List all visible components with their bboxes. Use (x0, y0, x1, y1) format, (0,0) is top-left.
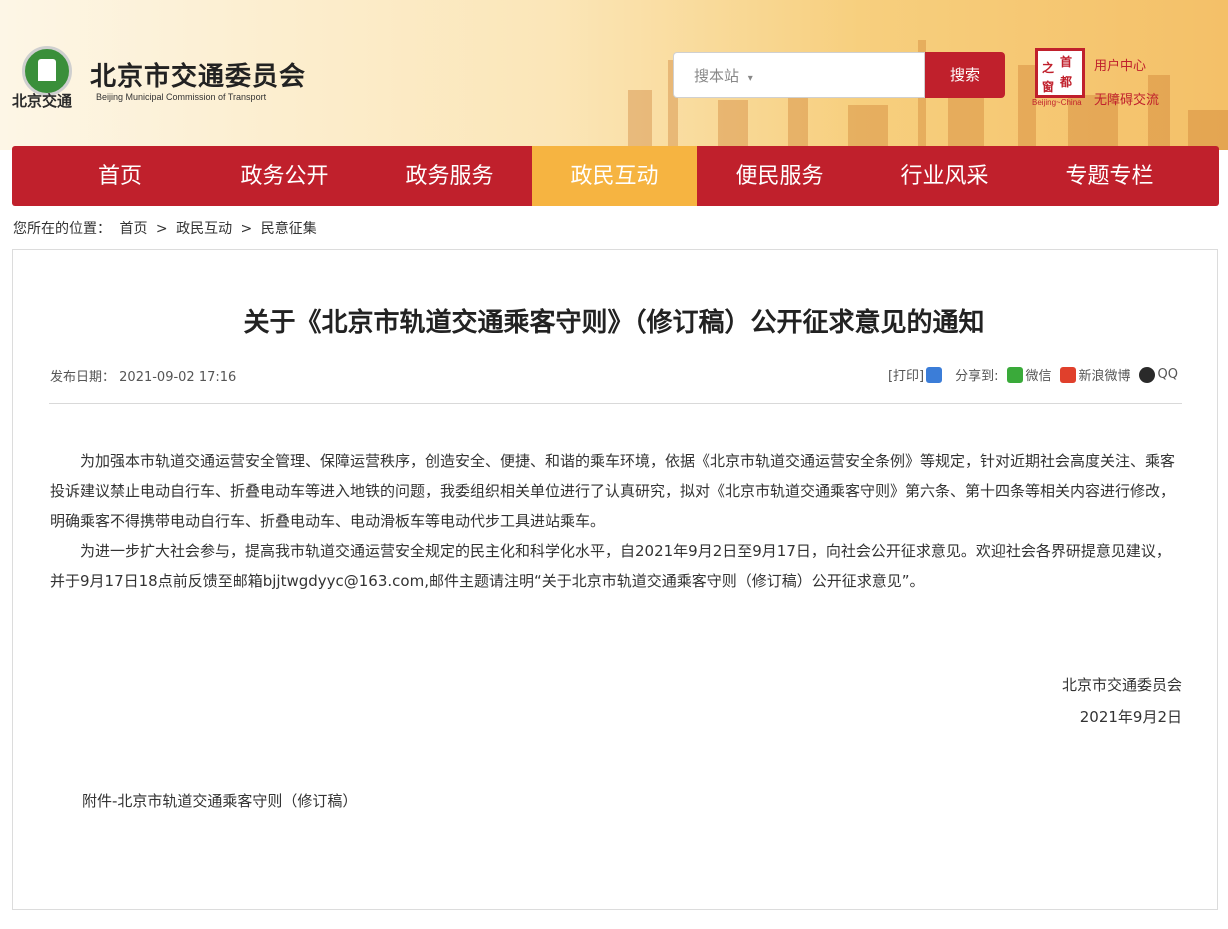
user-center-link[interactable]: 用户中心 (1094, 50, 1159, 84)
printer-icon[interactable] (926, 366, 943, 383)
search-scope-label[interactable]: 搜本站 (694, 67, 739, 85)
breadcrumb-prefix: 您所在的位置： (13, 221, 111, 237)
nav-item-special-topics[interactable]: 专题专栏 (1027, 146, 1192, 206)
nav-item-gov-services[interactable]: 政务服务 (367, 146, 532, 206)
badge-char: 窗 (1042, 80, 1055, 94)
print-link[interactable]: [打印] (888, 365, 924, 384)
breadcrumb-separator: > (155, 221, 168, 237)
site-title-en: Beijing Municipal Commission of Transpor… (96, 92, 267, 102)
user-links: 用户中心 无障碍交流 (1094, 50, 1159, 118)
signature-date: 2021年9月2日 (1079, 708, 1182, 726)
logo-small-text: 北京交通 (12, 92, 73, 110)
attachment-link[interactable]: 附件-北京市轨道交通乘客守则（修订稿） (82, 790, 357, 811)
chevron-down-icon[interactable]: ▾ (748, 73, 753, 84)
article-paragraph: 为加强本市轨道交通运营安全管理、保障运营秩序，创造安全、便捷、和谐的乘车环境，依… (50, 452, 1176, 530)
search-input[interactable]: 搜本站 ▾ (673, 52, 925, 98)
share-label: 分享到: (955, 369, 999, 384)
date-value: 2021-09-02 17:16 (119, 370, 237, 385)
nav-item-home[interactable]: 首页 (36, 146, 204, 206)
search-button[interactable]: 搜索 (925, 52, 1005, 98)
article-body: 为加强本市轨道交通运营安全管理、保障运营秩序，创造安全、便捷、和谐的乘车环境，依… (50, 446, 1183, 596)
badge-char: 首 (1060, 55, 1073, 69)
breadcrumb-item-interaction[interactable]: 政民互动 (176, 221, 232, 237)
date-label: 发布日期： (50, 370, 116, 385)
share-wechat[interactable]: 微信 (1026, 365, 1052, 384)
nav-item-public-services[interactable]: 便民服务 (697, 146, 862, 206)
badge-caption: Beijing~China (1032, 98, 1082, 107)
qq-icon[interactable] (1138, 366, 1155, 383)
weibo-icon[interactable] (1059, 366, 1076, 383)
breadcrumb: 您所在的位置： 首页 > 政民互动 > 民意征集 (13, 218, 321, 238)
badge-char: 之 (1042, 61, 1055, 75)
site-title[interactable]: 北京市交通委员会 (90, 56, 306, 93)
share-qq[interactable]: QQ (1158, 367, 1178, 382)
capital-window-badge[interactable]: 首 都 之 窗 (1035, 48, 1085, 98)
nav-item-interaction[interactable]: 政民互动 (532, 146, 697, 206)
badge-char: 都 (1060, 75, 1073, 89)
breadcrumb-separator: > (240, 221, 253, 237)
article-paragraph: 为进一步扩大社会参与，提高我市轨道交通运营安全规定的民主化和科学化水平，自202… (50, 542, 1171, 590)
signature-org: 北京市交通委员会 (1061, 676, 1182, 694)
publish-date: 发布日期： 2021-09-02 17:16 (50, 366, 236, 385)
main-nav: 首页 政务公开 政务服务 政民互动 便民服务 行业风采 专题专栏 (12, 146, 1219, 206)
article-title: 关于《北京市轨道交通乘客守则》（修订稿）公开征求意见的通知 (243, 308, 985, 338)
accessibility-link[interactable]: 无障碍交流 (1094, 84, 1159, 118)
nav-item-gov-affairs[interactable]: 政务公开 (202, 146, 367, 206)
meta-divider (49, 403, 1182, 404)
wechat-icon[interactable] (1006, 366, 1023, 383)
site-header: 北京交通 北京市交通委员会 Beijing Municipal Commissi… (0, 0, 1228, 150)
share-bar: [打印] 分享到: 微信 新浪微博 QQ (888, 365, 1178, 384)
breadcrumb-item-opinions[interactable]: 民意征集 (261, 221, 317, 237)
nav-item-industry[interactable]: 行业风采 (862, 146, 1027, 206)
signature-block: 北京市交通委员会 2021年9月2日 (1062, 669, 1182, 733)
logo-emblem-icon (22, 46, 72, 96)
share-weibo[interactable]: 新浪微博 (1079, 365, 1131, 384)
breadcrumb-item-home[interactable]: 首页 (119, 221, 147, 237)
